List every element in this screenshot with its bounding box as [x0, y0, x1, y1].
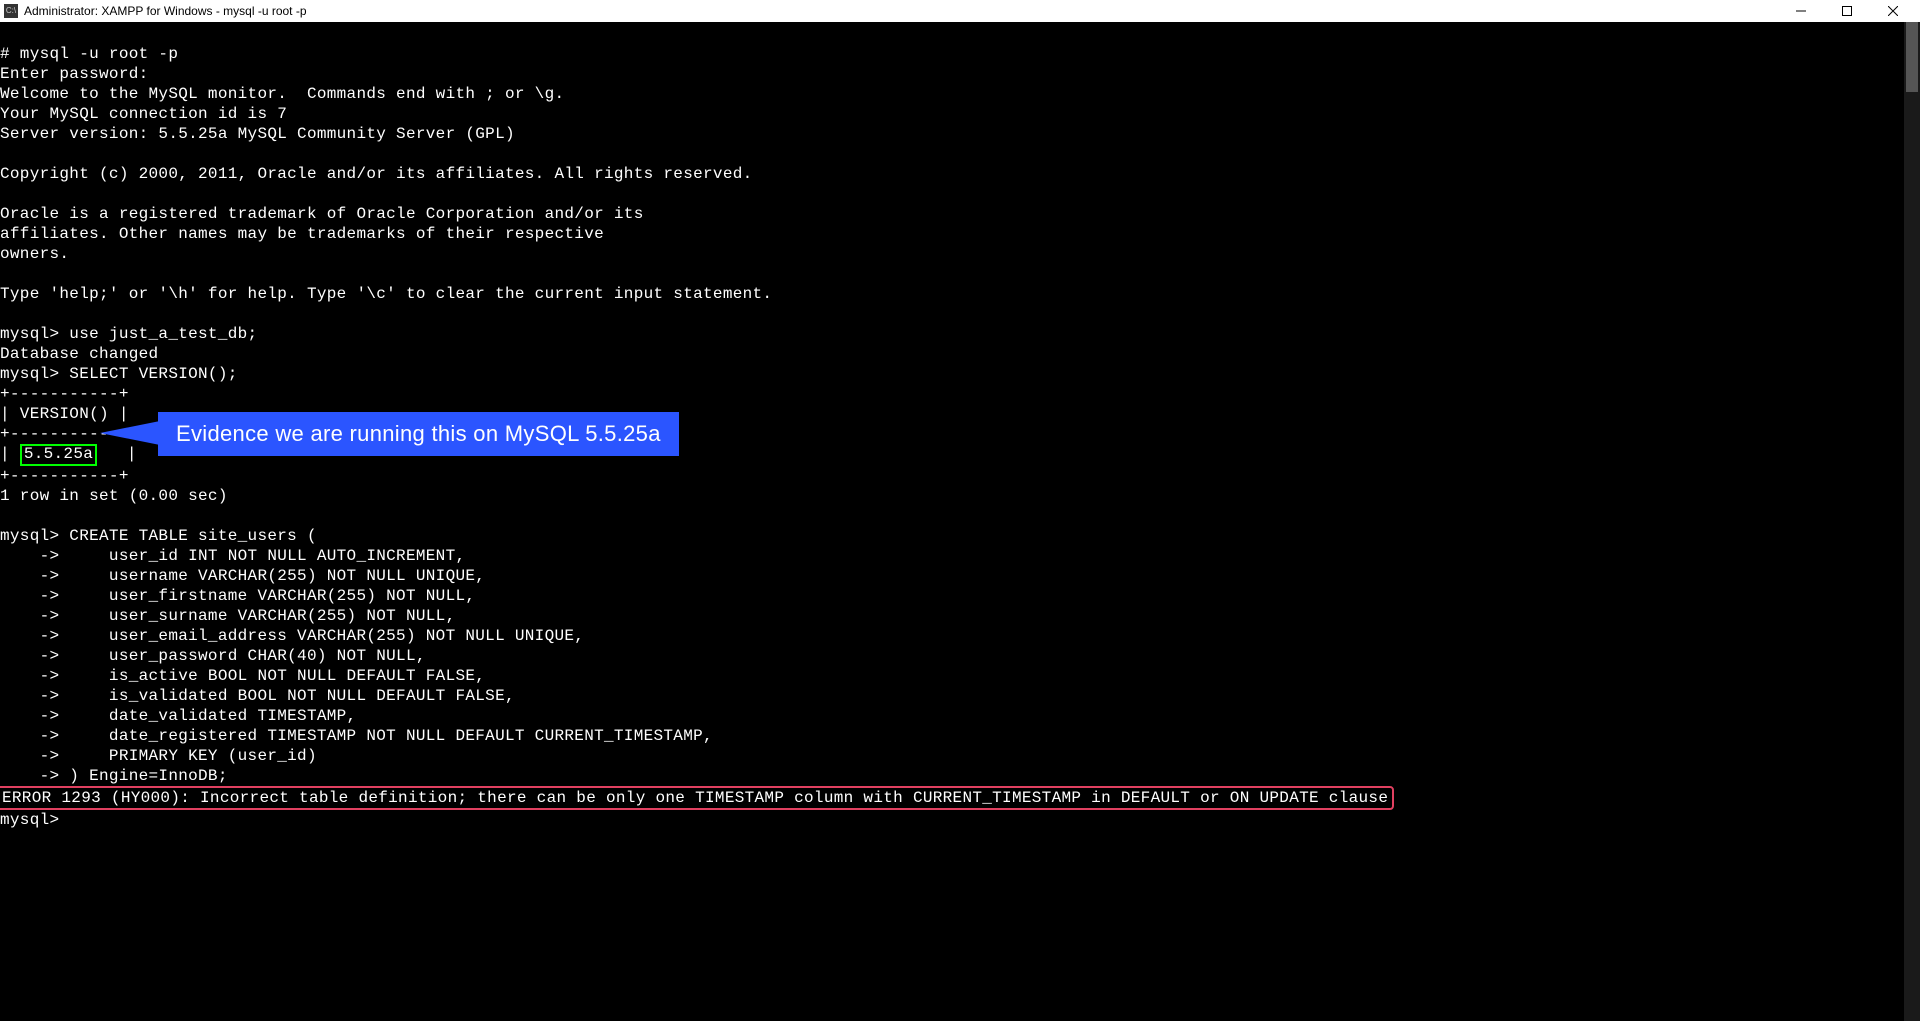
- terminal-line: Server version: 5.5.25a MySQL Community …: [0, 124, 1920, 144]
- terminal-line: -> user_id INT NOT NULL AUTO_INCREMENT,: [0, 546, 1920, 566]
- error-highlight: ERROR 1293 (HY000): Incorrect table defi…: [0, 786, 1394, 810]
- window-title: Administrator: XAMPP for Windows - mysql…: [24, 4, 1778, 19]
- terminal-line: Database changed: [0, 344, 1920, 364]
- terminal-line: Type 'help;' or '\h' for help. Type '\c'…: [0, 284, 1920, 304]
- terminal-line: [0, 304, 1920, 324]
- scrollbar[interactable]: [1904, 22, 1920, 1021]
- terminal-line: -> is_active BOOL NOT NULL DEFAULT FALSE…: [0, 666, 1920, 686]
- terminal-line: Your MySQL connection id is 7: [0, 104, 1920, 124]
- terminal-line: -> date_registered TIMESTAMP NOT NULL DE…: [0, 726, 1920, 746]
- terminal-line: -> user_password CHAR(40) NOT NULL,: [0, 646, 1920, 666]
- window-titlebar: C:\ Administrator: XAMPP for Windows - m…: [0, 0, 1920, 22]
- terminal-line: 1 row in set (0.00 sec): [0, 486, 1920, 506]
- terminal-line: -> is_validated BOOL NOT NULL DEFAULT FA…: [0, 686, 1920, 706]
- terminal-line: -> ) Engine=InnoDB;: [0, 766, 1920, 786]
- terminal-line: -> PRIMARY KEY (user_id): [0, 746, 1920, 766]
- terminal-line: +-----------+: [0, 384, 1920, 404]
- version-value-highlight: 5.5.25a: [20, 444, 97, 466]
- terminal-line: [0, 184, 1920, 204]
- terminal-line: mysql> use just_a_test_db;: [0, 324, 1920, 344]
- terminal-line: affiliates. Other names may be trademark…: [0, 224, 1920, 244]
- terminal-line: # mysql -u root -p: [0, 44, 1920, 64]
- window-controls: [1778, 0, 1916, 22]
- terminal-line: Enter password:: [0, 64, 1920, 84]
- error-line-container: ERROR 1293 (HY000): Incorrect table defi…: [0, 786, 1920, 810]
- terminal-line: Oracle is a registered trademark of Orac…: [0, 204, 1920, 224]
- prompt-line: mysql>: [0, 810, 1920, 830]
- terminal-line: +-----------+: [0, 466, 1920, 486]
- close-button[interactable]: [1870, 0, 1916, 22]
- terminal-line: -> username VARCHAR(255) NOT NULL UNIQUE…: [0, 566, 1920, 586]
- scrollbar-thumb[interactable]: [1906, 22, 1918, 92]
- terminal-line: Copyright (c) 2000, 2011, Oracle and/or …: [0, 164, 1920, 184]
- terminal-line: [0, 506, 1920, 526]
- terminal-line: Welcome to the MySQL monitor. Commands e…: [0, 84, 1920, 104]
- annotation-callout: Evidence we are running this on MySQL 5.…: [158, 412, 679, 456]
- terminal-line: mysql> SELECT VERSION();: [0, 364, 1920, 384]
- terminal-line: [0, 144, 1920, 164]
- terminal-line: -> user_firstname VARCHAR(255) NOT NULL,: [0, 586, 1920, 606]
- terminal-line: owners.: [0, 244, 1920, 264]
- terminal-line: [0, 264, 1920, 284]
- terminal-output[interactable]: # mysql -u root -pEnter password:Welcome…: [0, 22, 1920, 830]
- terminal-line: -> user_surname VARCHAR(255) NOT NULL,: [0, 606, 1920, 626]
- terminal-line: -> date_validated TIMESTAMP,: [0, 706, 1920, 726]
- maximize-button[interactable]: [1824, 0, 1870, 22]
- minimize-button[interactable]: [1778, 0, 1824, 22]
- callout-pointer: [100, 421, 160, 445]
- app-icon: C:\: [4, 4, 18, 18]
- terminal-line: -> user_email_address VARCHAR(255) NOT N…: [0, 626, 1920, 646]
- terminal-line: mysql> CREATE TABLE site_users (: [0, 526, 1920, 546]
